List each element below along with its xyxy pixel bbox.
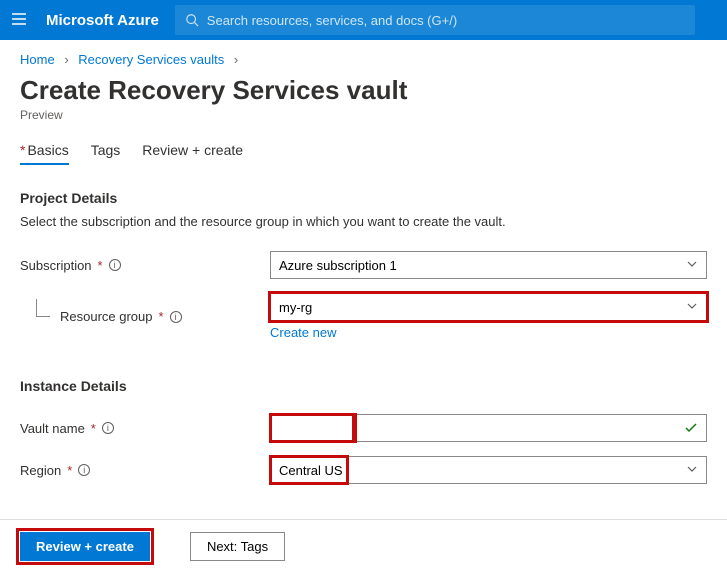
global-search[interactable]	[175, 5, 695, 35]
create-new-link[interactable]: Create new	[270, 325, 707, 340]
required-icon: *	[159, 309, 164, 324]
form-body: Project Details Select the subscription …	[0, 164, 727, 484]
topbar: Microsoft Azure	[0, 0, 727, 40]
breadcrumb: Home › Recovery Services vaults ›	[0, 40, 727, 71]
required-icon: *	[91, 421, 96, 436]
project-details-description: Select the subscription and the resource…	[20, 214, 707, 229]
vault-name-label: Vault name	[20, 421, 85, 436]
tab-bar: *Basics Tags Review + create	[0, 124, 727, 164]
page-title: Create Recovery Services vault	[20, 75, 707, 106]
chevron-down-icon	[686, 463, 698, 478]
required-icon: *	[67, 463, 72, 478]
resource-group-dropdown[interactable]: my-rg	[270, 293, 707, 321]
search-icon	[185, 13, 199, 27]
subscription-value: Azure subscription 1	[279, 258, 397, 273]
tab-tags[interactable]: Tags	[91, 142, 121, 164]
info-icon[interactable]: i	[78, 464, 90, 476]
row-region: Region * i Central US	[20, 456, 707, 484]
region-value: Central US	[279, 463, 343, 478]
tab-basics-label: Basics	[27, 142, 68, 158]
subscription-label: Subscription	[20, 258, 92, 273]
search-input[interactable]	[207, 13, 685, 28]
tree-connector-icon	[36, 299, 50, 317]
resource-group-label: Resource group	[60, 309, 153, 324]
next-tags-button[interactable]: Next: Tags	[190, 532, 285, 561]
page-subtitle: Preview	[20, 108, 707, 122]
hamburger-icon[interactable]	[10, 10, 30, 30]
chevron-down-icon	[686, 300, 698, 315]
resource-group-value: my-rg	[279, 300, 312, 315]
instance-details-heading: Instance Details	[20, 378, 707, 394]
region-dropdown[interactable]: Central US	[270, 456, 707, 484]
row-vault-name: Vault name * i	[20, 414, 707, 442]
subscription-dropdown[interactable]: Azure subscription 1	[270, 251, 707, 279]
row-subscription: Subscription * i Azure subscription 1	[20, 251, 707, 279]
tab-basics[interactable]: *Basics	[20, 142, 69, 164]
info-icon[interactable]: i	[109, 259, 121, 271]
info-icon[interactable]: i	[102, 422, 114, 434]
chevron-down-icon	[686, 258, 698, 273]
required-icon: *	[98, 258, 103, 273]
footer-bar: Review + create Next: Tags	[0, 519, 727, 561]
brand-label: Microsoft Azure	[46, 12, 159, 29]
chevron-right-icon: ›	[228, 52, 244, 67]
row-resource-group: Resource group * i my-rg Create new	[20, 293, 707, 340]
vault-name-field[interactable]	[270, 414, 707, 442]
region-label: Region	[20, 463, 61, 478]
crumb-parent[interactable]: Recovery Services vaults	[78, 52, 224, 67]
crumb-home[interactable]: Home	[20, 52, 55, 67]
vault-name-input[interactable]	[279, 421, 698, 436]
chevron-right-icon: ›	[58, 52, 74, 67]
review-create-button[interactable]: Review + create	[20, 532, 150, 561]
info-icon[interactable]: i	[170, 311, 182, 323]
tab-review[interactable]: Review + create	[142, 142, 243, 164]
project-details-heading: Project Details	[20, 190, 707, 206]
